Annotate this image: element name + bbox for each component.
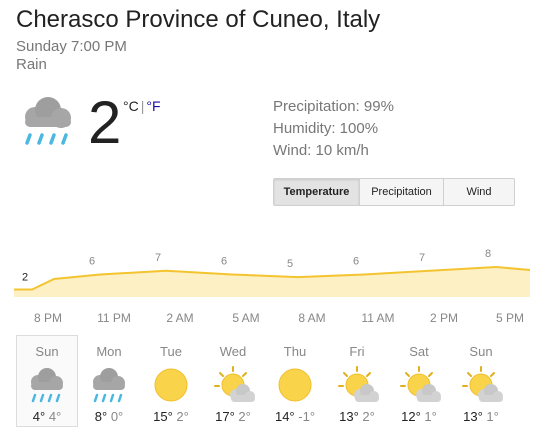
wind-stat: Wind: 10 km/h	[273, 142, 369, 159]
point-label: 6	[221, 256, 227, 268]
day-temperatures: 17° 2°	[203, 409, 263, 424]
low-temp: -1°	[298, 409, 316, 424]
high-temp: 12°	[401, 409, 421, 424]
daily-forecast: Sun 4° 4° Mon 8° 0° Tue 15° 2° Wed 17° 2° Thu 14°…	[16, 335, 512, 427]
current-temperature: 2	[88, 89, 122, 156]
chart-tabs: Temperature Precipitation Wind	[273, 178, 515, 206]
point-label: 8	[485, 248, 491, 260]
high-temp: 8°	[94, 409, 108, 424]
low-temp: 1°	[486, 409, 499, 424]
location-title: Cherasco Province of Cuneo, Italy	[16, 6, 381, 33]
unit-switch: °C | °F	[123, 98, 161, 114]
celsius-unit[interactable]: °C	[123, 98, 139, 114]
low-temp: 2°	[362, 409, 375, 424]
x-tick-label: 11 PM	[97, 311, 131, 325]
forecast-day[interactable]: Tue 15° 2°	[140, 335, 202, 427]
rain-cloud-icon	[25, 97, 71, 145]
point-label: 7	[155, 252, 161, 264]
date-time: Sunday 7:00 PM	[16, 38, 127, 55]
temperature-area	[14, 267, 530, 297]
day-temperatures: 15° 2°	[141, 409, 201, 424]
tab-precipitation[interactable]: Precipitation	[359, 179, 443, 205]
weather-condition: Rain	[16, 56, 47, 73]
day-temperatures: 14° -1°	[265, 409, 325, 424]
day-temperatures: 8° 0°	[79, 409, 139, 424]
forecast-day[interactable]: Sun 13° 1°	[450, 335, 512, 427]
rain-cloud-icon	[31, 368, 63, 403]
partly-cloudy-icon	[338, 366, 379, 402]
forecast-day[interactable]: Wed 17° 2°	[202, 335, 264, 427]
partly-cloudy-icon	[400, 366, 441, 402]
x-tick-label: 2 PM	[430, 311, 458, 325]
weather-card: Cherasco Province of Cuneo, Italy Sunday…	[0, 0, 538, 435]
day-temperatures: 13° 1°	[451, 409, 511, 424]
day-name: Thu	[283, 344, 307, 359]
x-tick-label: 2 AM	[166, 311, 193, 325]
x-tick-label: 8 PM	[34, 311, 62, 325]
forecast-day[interactable]: Thu 14° -1°	[264, 335, 326, 427]
high-temp: 4°	[32, 409, 46, 424]
point-label: 6	[89, 256, 95, 268]
x-tick-label: 5 AM	[232, 311, 259, 325]
weather-stats: Precipitation: 99% Humidity: 100% Wind: …	[273, 96, 394, 162]
high-temp: 14°	[274, 409, 295, 424]
rain-cloud-icon	[93, 368, 125, 403]
sun-icon	[278, 368, 312, 402]
humidity-stat: Humidity: 100%	[273, 120, 379, 137]
low-temp: 1°	[424, 409, 437, 424]
cloud-shape	[25, 97, 71, 128]
partly-cloudy-icon	[214, 366, 255, 402]
day-name: Tue	[160, 344, 182, 359]
x-tick-label: 5 PM	[496, 311, 524, 325]
point-label: 2	[22, 272, 28, 284]
precipitation-stat: Precipitation: 99%	[273, 98, 394, 115]
day-name: Sun	[35, 344, 59, 359]
low-temp: 0°	[110, 409, 124, 424]
point-label: 5	[287, 258, 293, 270]
sun-icon	[154, 368, 188, 402]
x-tick-label: 8 AM	[298, 311, 325, 325]
high-temp: 13°	[463, 409, 483, 424]
day-name: Mon	[96, 344, 122, 359]
forecast-day[interactable]: Sat 12° 1°	[388, 335, 450, 427]
high-temp: 17°	[215, 409, 235, 424]
point-label: 7	[419, 252, 425, 264]
forecast-day[interactable]: Mon 8° 0°	[78, 335, 140, 427]
high-temp: 15°	[153, 409, 173, 424]
forecast-day[interactable]: Fri 13° 2°	[326, 335, 388, 427]
day-name: Fri	[349, 344, 365, 359]
day-temperatures: 13° 2°	[327, 409, 387, 424]
temperature-chart: 2 6 7 6 5 6 7 8 8 PM 11 PM 2 AM 5 AM 8 AM 11 AM 2 PM 5 …	[14, 248, 530, 325]
tab-wind[interactable]: Wind	[443, 179, 514, 205]
low-temp: 2°	[176, 409, 189, 424]
forecast-day[interactable]: Sun 4° 4°	[16, 335, 78, 427]
day-name: Sat	[409, 344, 429, 359]
partly-cloudy-icon	[462, 366, 503, 402]
day-name: Wed	[219, 344, 247, 359]
point-label: 6	[353, 256, 359, 268]
tab-temperature[interactable]: Temperature	[274, 179, 359, 205]
fahrenheit-unit-link[interactable]: °F	[146, 98, 160, 114]
day-temperatures: 4° 4°	[17, 409, 77, 424]
low-temp: 4°	[48, 409, 62, 424]
low-temp: 2°	[238, 409, 251, 424]
high-temp: 13°	[339, 409, 359, 424]
x-tick-label: 11 AM	[361, 311, 394, 325]
day-name: Sun	[469, 344, 493, 359]
day-temperatures: 12° 1°	[389, 409, 449, 424]
